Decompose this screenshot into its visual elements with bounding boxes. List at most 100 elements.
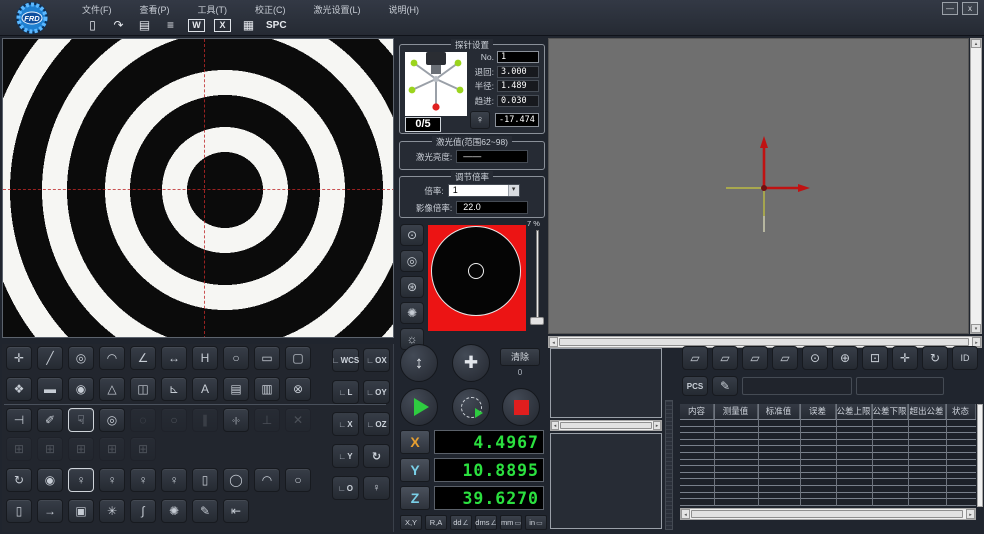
concentric-circle-tool[interactable]: ◉	[68, 377, 94, 401]
probe-field-value[interactable]: 0.030	[497, 95, 539, 107]
cs-x-button[interactable]: ∟X	[332, 412, 359, 436]
id-label-button[interactable]: ID	[952, 346, 978, 370]
clear-button[interactable]: 清除	[500, 348, 540, 366]
pan-button[interactable]: ✛	[892, 346, 918, 370]
picker-tool[interactable]: ✐	[37, 408, 63, 432]
3d-view[interactable]	[548, 38, 969, 334]
circle-run-tool[interactable]: ◯	[223, 468, 249, 492]
export-pdf-icon[interactable]: ▦	[240, 18, 257, 33]
cs-ox-button[interactable]: ∟OX	[363, 348, 390, 372]
probe-field-value[interactable]: 1	[497, 51, 539, 63]
ring-light-circle[interactable]	[431, 226, 521, 316]
magnification-select[interactable]: 1 ▾	[448, 184, 520, 197]
probe-tool[interactable]: ♀	[68, 468, 94, 492]
results-field-2[interactable]	[856, 377, 944, 395]
column-header[interactable]: 状态	[946, 404, 976, 419]
pen-tool[interactable]: ✎	[192, 499, 218, 523]
cs-l-button[interactable]: ∟L	[332, 380, 359, 404]
hand-select-tool[interactable]: ☟	[68, 408, 94, 432]
save-icon[interactable]: ▤	[136, 18, 153, 33]
3d-view-vscrollbar[interactable]: ▴ ▾	[970, 38, 982, 334]
light-spot-button[interactable]: ⊙	[400, 224, 424, 246]
spc-icon[interactable]: SPC	[266, 18, 287, 33]
menu-calibration[interactable]: 校正(C)	[255, 3, 286, 16]
target-tool[interactable]: ◎	[99, 408, 125, 432]
stop-button[interactable]	[502, 388, 540, 426]
probe-field-value[interactable]: 3.000	[497, 66, 539, 78]
probe-z-button[interactable]: ♀	[470, 111, 490, 129]
close-button[interactable]: x	[962, 2, 978, 15]
image-capture-tool[interactable]: ▣	[68, 499, 94, 523]
results-table[interactable]: 内容测量值标准值误差公差上限公差下限超出公差状态	[680, 404, 976, 506]
polygon-run-tool[interactable]: ○	[285, 468, 311, 492]
ellipse-tool[interactable]: ○	[223, 346, 249, 370]
program-list-bottom[interactable]	[550, 433, 662, 529]
arc-tool[interactable]: ◠	[99, 346, 125, 370]
results-table-hscrollbar[interactable]: ◂ ▸	[680, 508, 976, 520]
coord-xy-button[interactable]: X,Y	[400, 515, 422, 530]
program-list-vscrollbar[interactable]	[665, 400, 673, 530]
select-window-button[interactable]: ⊡	[862, 346, 888, 370]
light-multisector-button[interactable]: ✺	[400, 302, 424, 324]
cylinder-probe-tool[interactable]: ▯	[192, 468, 218, 492]
trace-tool[interactable]: ⇤	[223, 499, 249, 523]
results-field-1[interactable]	[742, 377, 852, 395]
menu-tools[interactable]: 工具(T)	[198, 3, 228, 16]
move-point-tool[interactable]: →	[37, 499, 63, 523]
z-move-button[interactable]: ↕	[400, 344, 438, 382]
point-tool[interactable]: ✛	[6, 346, 32, 370]
report-preview-icon[interactable]: ≡	[162, 18, 179, 33]
rotate-view-button[interactable]: ↻	[922, 346, 948, 370]
rectangle-tool[interactable]: ▭	[254, 346, 280, 370]
menu-file[interactable]: 文件(F)	[82, 3, 112, 16]
line-tool[interactable]: ╱	[37, 346, 63, 370]
auto-run-button[interactable]	[452, 388, 490, 426]
probe-up-tool[interactable]: ♀	[99, 468, 125, 492]
export-word-icon[interactable]: W	[188, 19, 205, 32]
laser-brightness-field[interactable]: ——	[456, 150, 528, 163]
cs-wcs-button[interactable]: ∟WCS	[332, 348, 359, 372]
results-table-vscrollbar[interactable]	[977, 404, 983, 507]
width-tool[interactable]: H	[192, 346, 218, 370]
cylinder2-tool[interactable]: ▯	[6, 499, 32, 523]
cs-probe-button[interactable]: ♀	[363, 476, 390, 500]
cylinder-tool[interactable]: ▬	[37, 377, 63, 401]
unit-dd-button[interactable]: dd∠	[450, 515, 472, 530]
export-excel-icon[interactable]: X	[214, 19, 231, 32]
text-tool[interactable]: A	[192, 377, 218, 401]
xy-move-button[interactable]: ✚	[452, 344, 490, 382]
sphere-tool[interactable]: ◫	[130, 377, 156, 401]
zoom-in-button[interactable]: ⊕	[832, 346, 858, 370]
open-file-icon[interactable]: ↷	[110, 18, 127, 33]
scatter-tool[interactable]: ✳	[99, 499, 125, 523]
ring-light-control[interactable]	[428, 225, 526, 331]
light-sector-button[interactable]: ⊛	[400, 276, 424, 298]
cs-oz-button[interactable]: ∟OZ	[363, 412, 390, 436]
probe-circle-tool[interactable]: ♀	[130, 468, 156, 492]
unit-dms-button[interactable]: dms∠	[475, 515, 497, 530]
column-header[interactable]: 测量值	[714, 404, 758, 419]
cross-circle-tool[interactable]: ⊗	[285, 377, 311, 401]
cs-oy-button[interactable]: ∟OY	[363, 380, 390, 404]
run-button[interactable]	[400, 388, 438, 426]
construct-point-tool[interactable]: ❖	[6, 377, 32, 401]
column-header[interactable]: 内容	[680, 404, 714, 419]
light-slider-handle[interactable]	[530, 317, 544, 325]
clamp-tool[interactable]: ⊣	[6, 408, 32, 432]
new-file-icon[interactable]: ▯	[84, 18, 101, 33]
view-iso-button[interactable]: ▱	[682, 346, 708, 370]
column-header[interactable]: 公差下限	[872, 404, 908, 419]
distance-tool[interactable]: ↔	[161, 346, 187, 370]
view-front-button[interactable]: ▱	[712, 346, 738, 370]
column-header[interactable]: 误差	[800, 404, 836, 419]
refresh-tool[interactable]: ↻	[6, 468, 32, 492]
circle-tool[interactable]: ◎	[68, 346, 94, 370]
camera-view[interactable]	[2, 38, 394, 338]
view-top-button[interactable]: ▱	[742, 346, 768, 370]
cs-o-button[interactable]: ∟O	[332, 476, 359, 500]
cone-tool[interactable]: △	[99, 377, 125, 401]
midpoint-tool[interactable]: ◦|◦	[223, 408, 249, 432]
slot-tool[interactable]: ▢	[285, 346, 311, 370]
arc-run-tool[interactable]: ◠	[254, 468, 280, 492]
menu-laser-settings[interactable]: 激光设置(L)	[314, 3, 361, 16]
